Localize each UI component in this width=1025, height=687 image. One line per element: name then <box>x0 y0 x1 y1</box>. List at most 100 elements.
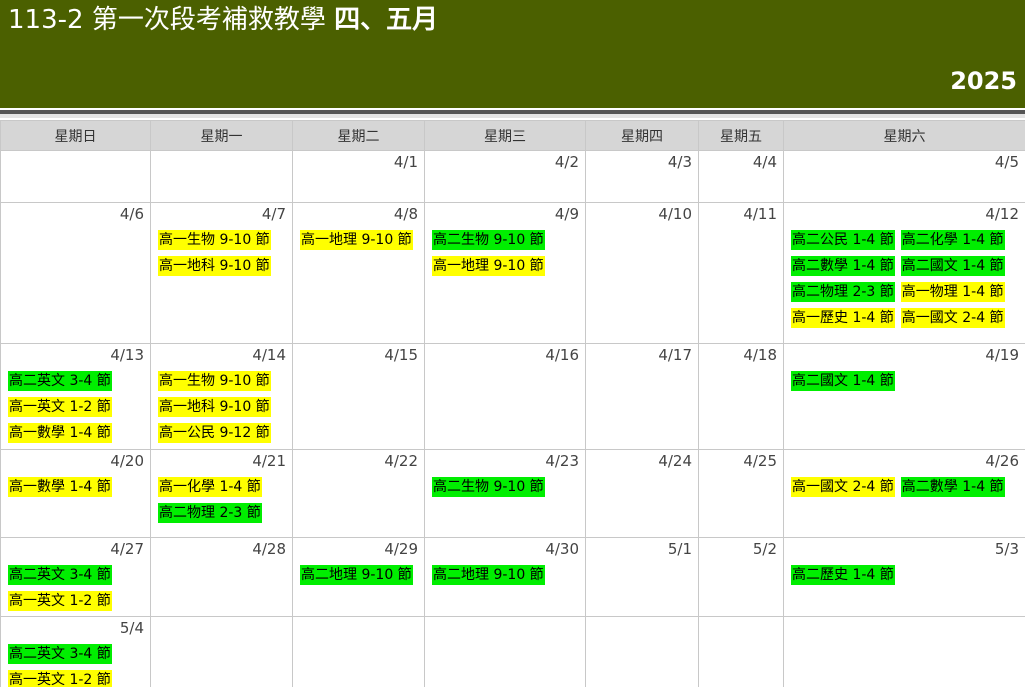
event-item[interactable]: 高二英文 3-4 節 <box>8 644 112 664</box>
day-number: 4/29 <box>384 540 418 558</box>
day-number: 4/27 <box>110 540 144 558</box>
weekday-mon: 星期一 <box>150 120 293 151</box>
day-cell[interactable]: 4/12 高二公民 1-4 節高二化學 1-4 節高二數學 1-4 節高二國文 1… <box>783 202 1025 344</box>
event-item[interactable]: 高一數學 1-4 節 <box>8 477 112 497</box>
day-cell[interactable]: 4/24 <box>585 449 699 538</box>
day-cell[interactable]: 4/6 <box>0 202 151 344</box>
week-row: 4/6 4/7 高一生物 9-10 節高一地科 9-10 節 4/8 高一地理 9-10… <box>0 202 1025 344</box>
day-cell[interactable]: 4/28 <box>150 537 293 617</box>
day-number: 4/3 <box>667 153 692 171</box>
event-item[interactable]: 高二生物 9-10 節 <box>432 477 545 497</box>
day-cell[interactable]: 4/9 高二生物 9-10 節高一地理 9-10 節 <box>424 202 586 344</box>
event-item[interactable]: 高一英文 1-2 節 <box>8 397 112 417</box>
day-number: 4/11 <box>743 205 777 223</box>
event-item[interactable]: 高二公民 1-4 節 <box>791 230 895 250</box>
event-item[interactable]: 高一公民 9-12 節 <box>158 423 271 443</box>
day-cell[interactable]: 4/7 高一生物 9-10 節高一地科 9-10 節 <box>150 202 293 344</box>
day-cell[interactable]: 5/4 高二英文 3-4 節高一英文 1-2 節 <box>0 616 151 687</box>
day-cell[interactable]: 4/26 高一國文 2-4 節高二數學 1-4 節 <box>783 449 1025 538</box>
day-cell[interactable]: 4/8 高一地理 9-10 節 <box>292 202 425 344</box>
day-cell[interactable]: 4/27 高二英文 3-4 節高一英文 1-2 節 <box>0 537 151 617</box>
event-item[interactable]: 高二生物 9-10 節 <box>432 230 545 250</box>
day-cell[interactable]: 4/11 <box>698 202 784 344</box>
event-item[interactable]: 高二英文 3-4 節 <box>8 565 112 585</box>
event-item[interactable]: 高二英文 3-4 節 <box>8 371 112 391</box>
event-item[interactable]: 高二國文 1-4 節 <box>791 371 895 391</box>
day-cell[interactable] <box>150 150 293 203</box>
day-cell[interactable]: 4/3 <box>585 150 699 203</box>
day-cell[interactable]: 4/1 <box>292 150 425 203</box>
day-cell[interactable]: 4/16 <box>424 343 586 450</box>
day-number: 4/6 <box>119 205 144 223</box>
event-item[interactable]: 高一英文 1-2 節 <box>8 591 112 611</box>
event-item[interactable]: 高一地理 9-10 節 <box>300 230 413 250</box>
event-item[interactable]: 高二地理 9-10 節 <box>300 565 413 585</box>
day-number: 4/14 <box>252 346 286 364</box>
event-item[interactable]: 高二物理 2-3 節 <box>791 282 895 302</box>
day-cell[interactable]: 4/2 <box>424 150 586 203</box>
day-cell[interactable]: 4/13 高二英文 3-4 節高一英文 1-2 節高一數學 1-4 節 <box>0 343 151 450</box>
day-cell[interactable]: 4/30 高二地理 9-10 節 <box>424 537 586 617</box>
day-cell[interactable]: 4/14 高一生物 9-10 節高一地科 9-10 節高一公民 9-12 節 <box>150 343 293 450</box>
event-item[interactable]: 高一物理 1-4 節 <box>900 282 1005 302</box>
day-cell[interactable]: 4/15 <box>292 343 425 450</box>
day-cell[interactable]: 4/22 <box>292 449 425 538</box>
event-item[interactable]: 高二物理 2-3 節 <box>158 503 262 523</box>
day-cell[interactable]: 4/20 高一數學 1-4 節 <box>0 449 151 538</box>
day-cell[interactable] <box>292 616 425 687</box>
day-cell[interactable] <box>783 616 1025 687</box>
day-number: 4/13 <box>110 346 144 364</box>
day-cell[interactable]: 4/29 高二地理 9-10 節 <box>292 537 425 617</box>
day-number <box>432 617 579 643</box>
week-row: 4/27 高二英文 3-4 節高一英文 1-2 節 4/28 4/29 高二地理 9-1… <box>0 537 1025 617</box>
day-cell[interactable]: 4/17 <box>585 343 699 450</box>
event-item[interactable]: 高一歷史 1-4 節 <box>791 308 895 328</box>
event-item[interactable]: 高一國文 2-4 節 <box>791 477 895 497</box>
day-cell[interactable]: 5/2 <box>698 537 784 617</box>
event-item[interactable]: 高一生物 9-10 節 <box>158 371 271 391</box>
day-number: 4/7 <box>261 205 286 223</box>
event-item[interactable]: 高一數學 1-4 節 <box>8 423 112 443</box>
event-item[interactable]: 高一化學 1-4 節 <box>158 477 262 497</box>
day-number: 4/16 <box>545 346 579 364</box>
weekday-sun: 星期日 <box>0 120 151 151</box>
day-cell[interactable] <box>585 616 699 687</box>
event-item[interactable]: 高一生物 9-10 節 <box>158 230 271 250</box>
day-cell[interactable] <box>424 616 586 687</box>
event-item[interactable]: 高一英文 1-2 節 <box>8 670 112 687</box>
year-label: 2025 <box>950 67 1017 95</box>
day-number <box>706 617 777 643</box>
event-item[interactable]: 高二化學 1-4 節 <box>900 230 1005 250</box>
event-item[interactable]: 高一地科 9-10 節 <box>158 397 271 417</box>
event-item[interactable]: 高二數學 1-4 節 <box>900 477 1005 497</box>
day-number: 4/26 <box>985 452 1019 470</box>
event-item[interactable]: 高二數學 1-4 節 <box>791 256 895 276</box>
day-cell[interactable]: 4/5 <box>783 150 1025 203</box>
calendar-grid: 星期日 星期一 星期二 星期三 星期四 星期五 星期六 4/1 4/2 4/3 4/4… <box>0 120 1025 687</box>
day-cell[interactable]: 4/19 高二國文 1-4 節 <box>783 343 1025 450</box>
day-cell[interactable]: 4/25 <box>698 449 784 538</box>
day-cell[interactable]: 5/1 <box>585 537 699 617</box>
event-item[interactable]: 高二歷史 1-4 節 <box>791 565 895 585</box>
day-cell[interactable]: 4/4 <box>698 150 784 203</box>
week-row: 4/13 高二英文 3-4 節高一英文 1-2 節高一數學 1-4 節 4/14 高一… <box>0 343 1025 450</box>
day-cell[interactable] <box>0 150 151 203</box>
day-cell[interactable]: 4/23 高二生物 9-10 節 <box>424 449 586 538</box>
event-item[interactable]: 高二地理 9-10 節 <box>432 565 545 585</box>
weekday-tue: 星期二 <box>292 120 425 151</box>
day-cell[interactable]: 4/18 <box>698 343 784 450</box>
day-cell[interactable] <box>698 616 784 687</box>
event-item[interactable]: 高一國文 2-4 節 <box>900 308 1005 328</box>
day-cell[interactable]: 4/21 高一化學 1-4 節高二物理 2-3 節 <box>150 449 293 538</box>
event-item[interactable]: 高一地科 9-10 節 <box>158 256 271 276</box>
day-cell[interactable]: 4/10 <box>585 202 699 344</box>
title-months: 四、五月 <box>334 5 439 35</box>
day-cell[interactable] <box>150 616 293 687</box>
day-number: 4/23 <box>545 452 579 470</box>
event-item[interactable]: 高二國文 1-4 節 <box>900 256 1005 276</box>
day-cell[interactable]: 5/3 高二歷史 1-4 節 <box>783 537 1025 617</box>
event-list: 高一化學 1-4 節高二物理 2-3 節 <box>158 476 286 528</box>
event-list: 高二歷史 1-4 節 <box>791 564 1019 590</box>
event-list: 高二生物 9-10 節高一地理 9-10 節 <box>432 229 579 281</box>
event-item[interactable]: 高一地理 9-10 節 <box>432 256 545 276</box>
